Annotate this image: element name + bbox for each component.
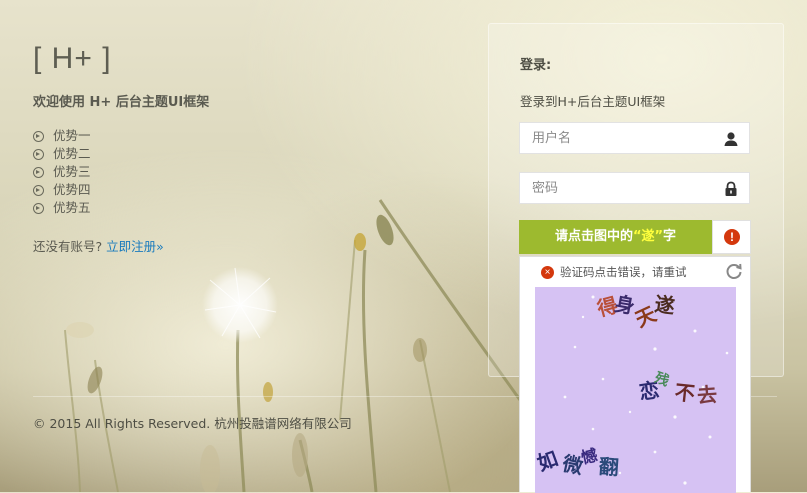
advantage-label: 优势三 [53, 164, 91, 179]
welcome-heading: 欢迎使用 H+ 后台主题UI框架 [33, 95, 210, 110]
list-item: 优势三 [33, 163, 91, 181]
captcha-error-text: 验证码点击错误，请重试 [560, 265, 687, 279]
captcha-prompt-suffix: 字 [663, 229, 677, 244]
advantages-list: 优势一 优势二 优势三 优势四 优势五 [33, 127, 91, 217]
advantage-label: 优势四 [53, 182, 91, 197]
list-item: 优势四 [33, 181, 91, 199]
login-title: 登录: [520, 58, 552, 73]
exclamation-icon: ! [724, 229, 740, 245]
register-link[interactable]: 立即注册» [106, 239, 164, 254]
list-item: 优势二 [33, 145, 91, 163]
captcha-popup: × 验证码点击错误，请重试 得 身 天 遂 恋 残 不 去 如 微 憾 翻 [519, 256, 751, 493]
list-item: 优势一 [33, 127, 91, 145]
advantage-label: 优势二 [53, 146, 91, 161]
password-input[interactable] [520, 173, 734, 203]
captcha-prompt[interactable]: 请点击图中的“遂”字 [519, 220, 712, 254]
captcha-char[interactable]: 遂 [653, 288, 677, 320]
captcha-trigger-button[interactable]: 请点击图中的“遂”字 ! [519, 220, 751, 254]
circle-arrow-right-icon [33, 202, 44, 214]
captcha-char[interactable]: 去 [696, 378, 718, 408]
captcha-char[interactable]: 翻 [598, 450, 620, 480]
no-account-row: 还没有账号? 立即注册» [33, 236, 164, 255]
captcha-status: ! [712, 220, 751, 254]
no-account-text: 还没有账号? [33, 239, 103, 254]
captcha-prompt-text: 请点击图中的 [554, 229, 633, 244]
username-field[interactable] [519, 122, 750, 154]
username-input[interactable] [520, 123, 734, 153]
copyright-footer: © 2015 All Rights Reserved. 杭州投融谱网络有限公司 [33, 416, 352, 431]
login-subtitle: 登录到H+后台主题UI框架 [520, 94, 666, 109]
advantage-label: 优势五 [53, 200, 91, 215]
refresh-icon[interactable] [725, 262, 743, 280]
close-circle-icon: × [541, 265, 554, 279]
password-field[interactable] [519, 172, 750, 204]
brand-logo: [ H+ ] [33, 42, 112, 75]
captcha-error-row: × 验证码点击错误，请重试 [541, 264, 687, 280]
advantage-label: 优势一 [53, 128, 91, 143]
circle-arrow-right-icon [33, 184, 44, 196]
lock-icon [725, 181, 737, 196]
captcha-target-char: “遂” [632, 229, 664, 244]
user-icon [724, 132, 738, 146]
captcha-image[interactable]: 得 身 天 遂 恋 残 不 去 如 微 憾 翻 [535, 287, 736, 493]
circle-arrow-right-icon [33, 130, 44, 142]
circle-arrow-right-icon [33, 166, 44, 178]
captcha-char[interactable]: 不 [674, 376, 697, 407]
circle-arrow-right-icon [33, 148, 44, 160]
list-item: 优势五 [33, 199, 91, 217]
